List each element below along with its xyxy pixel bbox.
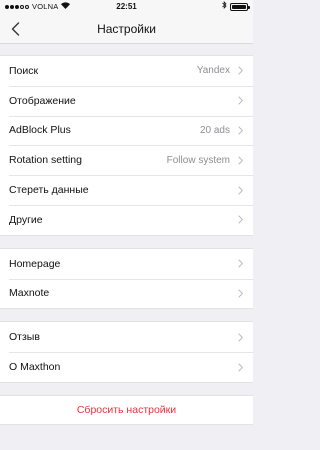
page-title: Настройки	[97, 22, 156, 36]
settings-row-other[interactable]: Другие	[0, 204, 253, 235]
settings-row-clear-data[interactable]: Стереть данные	[0, 175, 253, 205]
settings-group-main: Поиск Yandex Отображение AdBlock Plus 20…	[0, 55, 253, 236]
settings-row-about[interactable]: О Maxthon	[0, 352, 253, 382]
row-value: 20 ads	[199, 124, 230, 136]
reset-settings-label: Сбросить настройки	[76, 403, 177, 416]
status-time: 22:51	[116, 2, 137, 11]
row-label: Maxnote	[9, 287, 50, 300]
row-label: Отзыв	[9, 331, 40, 344]
row-label: Стереть данные	[9, 184, 89, 197]
settings-group-extras: Homepage Maxnote	[0, 247, 253, 310]
settings-row-feedback[interactable]: Отзыв	[0, 322, 253, 352]
row-label: Отображение	[9, 94, 76, 107]
battery-icon	[230, 3, 250, 11]
row-label: AdBlock Plus	[9, 124, 71, 137]
status-right	[222, 0, 250, 14]
row-value: Follow system	[166, 154, 230, 166]
chevron-right-icon	[238, 289, 243, 298]
chevron-right-icon	[238, 126, 243, 135]
settings-row-search[interactable]: Поиск Yandex	[0, 56, 253, 86]
chevron-right-icon	[238, 185, 243, 195]
row-value: Yandex	[196, 65, 230, 77]
row-label: Rotation setting	[9, 154, 82, 167]
chevron-right-icon	[238, 215, 243, 225]
navigation-bar: Настройки	[0, 14, 253, 44]
settings-row-rotation[interactable]: Rotation setting Follow system	[0, 145, 253, 175]
chevron-right-icon	[238, 96, 243, 105]
settings-row-display[interactable]: Отображение	[0, 85, 253, 116]
row-label: Homepage	[9, 257, 61, 270]
status-bar: VOLNA 22:51	[0, 0, 253, 14]
chevron-right-icon	[238, 66, 243, 76]
chevron-right-icon	[238, 333, 243, 342]
settings-row-adblock[interactable]: AdBlock Plus 20 ads	[0, 115, 253, 146]
row-label: Поиск	[9, 64, 39, 77]
chevron-right-icon	[238, 259, 243, 268]
row-label: Другие	[9, 213, 43, 226]
settings-row-maxnote[interactable]: Maxnote	[0, 278, 253, 309]
chevron-right-icon	[238, 156, 243, 165]
chevron-right-icon	[238, 362, 243, 372]
settings-row-homepage[interactable]: Homepage	[0, 249, 253, 279]
settings-group-about: Отзыв О Maxthon	[0, 321, 253, 383]
bluetooth-icon	[222, 0, 227, 14]
row-label: О Maxthon	[9, 361, 61, 374]
reset-settings-button[interactable]: Сбросить настройки	[0, 394, 253, 425]
